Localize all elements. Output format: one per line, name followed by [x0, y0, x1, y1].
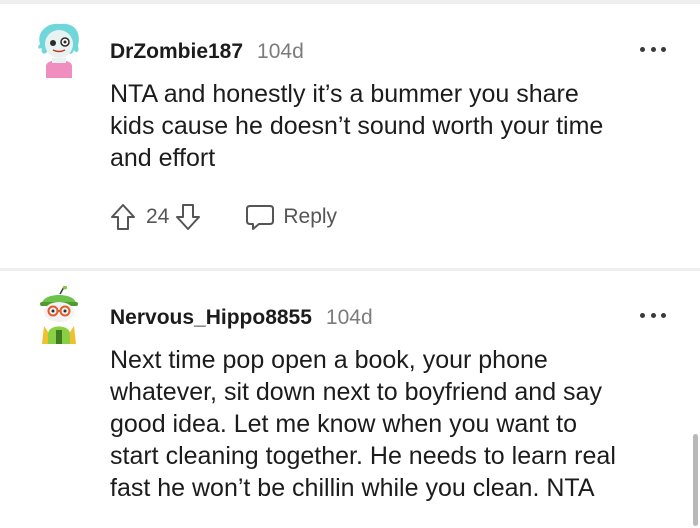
comment-body-line: kids cause he doesn’t sound worth your t…: [110, 112, 604, 140]
reply-bubble-icon: [246, 205, 275, 230]
comment-meta: DrZombie187 104d: [110, 40, 304, 64]
more-options-icon[interactable]: [640, 42, 666, 56]
comment-body-line: start cleaning together. He needs to lea…: [110, 442, 616, 470]
comment-age: 104d: [325, 306, 373, 329]
comment-body-line: good idea. Let me know when you want to: [110, 410, 577, 438]
comment-body-line: whatever, sit down next to boyfriend and…: [110, 378, 602, 406]
comment-divider: [0, 268, 700, 271]
username[interactable]: DrZombie187: [110, 40, 243, 64]
comment-body-line: and effort: [110, 144, 216, 172]
comment-body: NTA and honestly it’s a bummer you share…: [110, 78, 670, 174]
reply-label: Reply: [283, 205, 338, 228]
comment-meta: Nervous_Hippo8855 104d: [110, 306, 373, 330]
comment: Nervous_Hippo8855 104d Next time pop ope…: [0, 285, 700, 526]
green-cap-snoo-avatar-icon[interactable]: [34, 285, 84, 346]
comment-actions: 24 Reply: [110, 202, 337, 232]
comment-age: 104d: [257, 40, 304, 63]
more-options-icon[interactable]: [640, 308, 666, 322]
username[interactable]: Nervous_Hippo8855: [110, 306, 312, 330]
top-divider: [0, 0, 700, 4]
comment-body-line: NTA and honestly it’s a bummer you share: [110, 80, 579, 108]
comment-body: Next time pop open a book, your phone wh…: [110, 344, 670, 504]
scrollbar-thumb[interactable]: [693, 434, 698, 526]
downvote-arrow-icon[interactable]: [175, 203, 201, 231]
comment-body-line: fast he won’t be chillin while you clean…: [110, 474, 595, 502]
comment-body-line: Next time pop open a book, your phone: [110, 346, 548, 374]
reply-button[interactable]: Reply: [245, 203, 337, 231]
vote-score: 24: [146, 205, 170, 228]
upvote-arrow-icon[interactable]: [110, 203, 136, 231]
comment: DrZombie187 104d NTA and honestly it’s a…: [0, 20, 700, 260]
zombie-snoo-avatar-icon[interactable]: [34, 20, 84, 80]
